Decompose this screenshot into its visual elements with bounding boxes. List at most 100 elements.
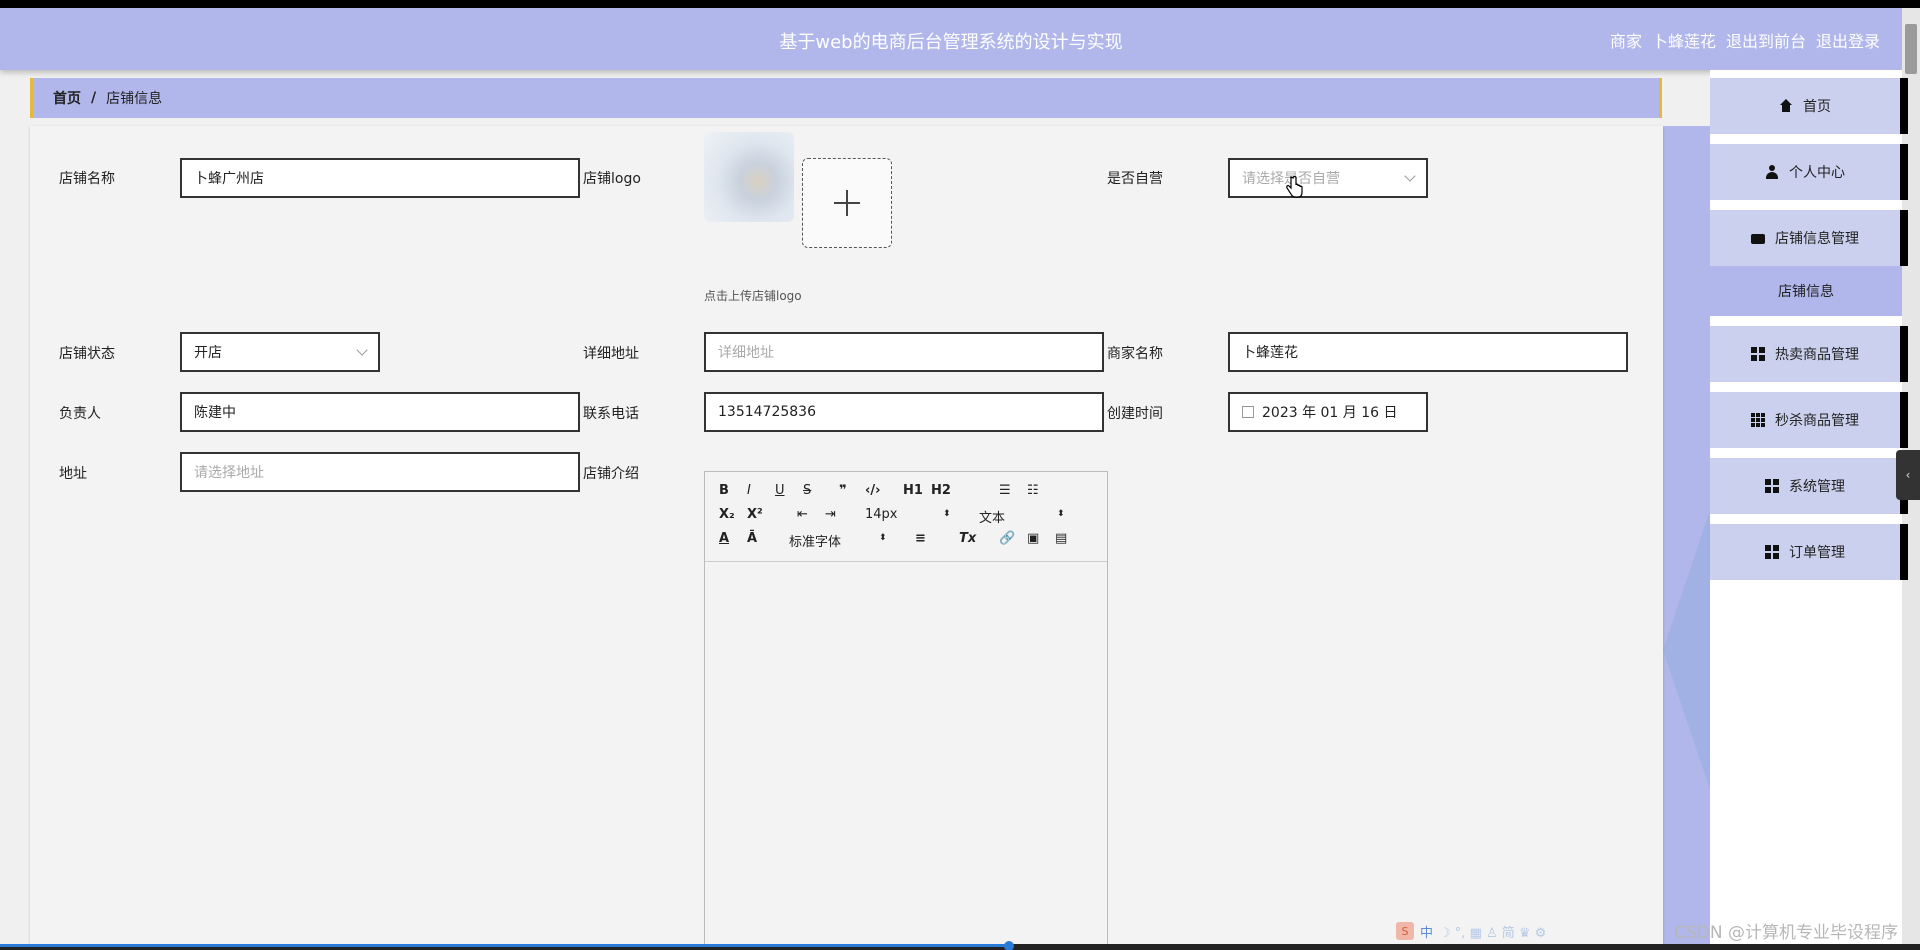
bullet-list-button[interactable]: ☷: [1027, 483, 1039, 498]
video-progress-handle[interactable]: [1004, 941, 1014, 950]
italic-button[interactable]: I: [747, 483, 751, 498]
grid-icon: [1765, 479, 1779, 493]
user-role: 商家: [1609, 32, 1642, 51]
app-header: 基于web的电商后台管理系统的设计与实现 商家 卜蜂莲花 退出到前台 退出登录: [0, 8, 1902, 70]
shop-status-label: 店铺状态: [59, 346, 115, 362]
header-user-area: 商家 卜蜂莲花 退出到前台 退出登录: [1610, 28, 1880, 52]
manager-label: 负责人: [59, 406, 101, 422]
sidebar-item-hot-products[interactable]: 热卖商品管理: [1710, 326, 1908, 382]
sidebar-item-label: 首页: [1803, 99, 1831, 115]
h1-button[interactable]: H1: [903, 483, 923, 498]
breadcrumb: 首页 / 店铺信息: [30, 78, 1662, 118]
indent-button[interactable]: ⇥: [825, 507, 836, 522]
clear-format-button[interactable]: Tx: [959, 531, 976, 546]
watermark: CSDN @计算机专业毕设程序: [1674, 923, 1898, 943]
header-select-arrows-icon: ⬍: [1057, 509, 1065, 519]
sidebar-item-shop-info-management[interactable]: 店铺信息管理: [1710, 210, 1908, 266]
sidebar-item-profile[interactable]: 个人中心: [1710, 144, 1908, 200]
home-icon: [1779, 99, 1793, 113]
quote-button[interactable]: ❞: [839, 483, 847, 498]
font-family-arrows-icon: ⬍: [879, 533, 887, 543]
created-time-label: 创建时间: [1107, 406, 1163, 422]
font-family-select[interactable]: 标准字体: [789, 531, 841, 550]
sidebar-item-flash-sale[interactable]: 秒杀商品管理: [1710, 392, 1908, 448]
grid-icon: [1765, 545, 1779, 559]
shop-status-value: 开店: [194, 345, 222, 361]
breadcrumb-home[interactable]: 首页: [53, 88, 81, 108]
code-button[interactable]: ‹/›: [865, 483, 880, 498]
sidebar-item-home[interactable]: 首页: [1710, 78, 1908, 134]
editor-toolbar: B I U S ❞ ‹/› H1 H2 ☰ ☷ X₂ X² ⇤ ⇥ 14px ⬍…: [705, 472, 1107, 562]
created-time-value: 2023 年 01 月 16 日: [1262, 405, 1398, 421]
subscript-button[interactable]: X₂: [719, 507, 735, 522]
merchant-name-value: 卜蜂莲花: [1242, 345, 1298, 361]
calendar-icon: [1242, 406, 1254, 418]
merchant-name-input[interactable]: 卜蜂莲花: [1228, 332, 1628, 372]
sidebar-item-label: 个人中心: [1789, 165, 1845, 181]
phone-value: 13514725836: [718, 404, 816, 420]
shop-name-value: 卜蜂广州店: [194, 171, 264, 187]
image-button[interactable]: ▣: [1027, 531, 1039, 546]
ime-tool-icons: ☽ °, ▦ ♙ 简 ♛ ⚙: [1439, 925, 1547, 941]
ime-mode: 中: [1420, 925, 1434, 941]
outdent-button[interactable]: ⇤: [797, 507, 808, 522]
detail-address-placeholder: 详细地址: [718, 345, 774, 361]
chevron-down-icon: [356, 344, 368, 356]
sidebar-item-label: 秒杀商品管理: [1775, 413, 1859, 429]
detail-address-input[interactable]: 详细地址: [704, 332, 1104, 372]
font-size-select[interactable]: 14px: [865, 507, 898, 522]
ordered-list-button[interactable]: ☰: [999, 483, 1011, 498]
align-button[interactable]: ≡: [915, 531, 926, 546]
ime-logo-icon: S: [1396, 922, 1414, 940]
superscript-button[interactable]: X²: [747, 507, 763, 522]
upload-logo-button[interactable]: [802, 158, 892, 248]
bold-button[interactable]: B: [719, 483, 729, 498]
address-label: 地址: [59, 466, 87, 482]
hand-cursor-icon: [1286, 176, 1303, 198]
video-progress-fill: [0, 944, 1010, 947]
merchant-name-label: 商家名称: [1107, 346, 1163, 362]
chevron-down-icon: [1404, 170, 1416, 182]
shop-logo-image[interactable]: [704, 132, 794, 222]
top-bar: [0, 0, 1920, 8]
shop-name-input[interactable]: 卜蜂广州店: [180, 158, 580, 198]
created-time-picker[interactable]: 2023 年 01 月 16 日: [1228, 392, 1428, 432]
user-name: 卜蜂莲花: [1651, 32, 1716, 51]
underline-button[interactable]: U: [775, 483, 785, 498]
text-color-button[interactable]: A: [719, 531, 729, 546]
shop-logo-label: 店铺logo: [583, 171, 641, 187]
manager-value: 陈建中: [194, 405, 236, 421]
sidebar-item-label: 系统管理: [1789, 479, 1845, 495]
wallet-icon: [1751, 234, 1765, 244]
background-color-button[interactable]: Ā: [747, 531, 757, 546]
phone-input[interactable]: 13514725836: [704, 392, 1104, 432]
phone-label: 联系电话: [583, 406, 639, 422]
video-button[interactable]: ▤: [1055, 531, 1067, 546]
manager-input[interactable]: 陈建中: [180, 392, 580, 432]
self-operated-label: 是否自营: [1107, 171, 1163, 187]
self-operated-select[interactable]: 请选择是否自营: [1228, 158, 1428, 198]
strike-button[interactable]: S: [803, 483, 811, 498]
sidebar-subitem-shop-info[interactable]: 店铺信息: [1710, 266, 1902, 316]
logout-link[interactable]: 退出登录: [1816, 28, 1880, 52]
breadcrumb-current: 店铺信息: [106, 91, 163, 107]
header-select[interactable]: 文本: [979, 507, 1005, 526]
shop-status-select[interactable]: 开店: [180, 332, 380, 372]
intro-label: 店铺介绍: [583, 466, 639, 482]
address-placeholder: 请选择地址: [194, 465, 264, 481]
h2-button[interactable]: H2: [931, 483, 951, 498]
scrollbar-thumb[interactable]: [1905, 24, 1917, 74]
back-to-front-link[interactable]: 退出到前台: [1726, 28, 1806, 52]
sidebar-item-orders[interactable]: 订单管理: [1710, 524, 1908, 580]
grid9-icon: [1751, 413, 1765, 427]
editor-content-area[interactable]: [705, 562, 1107, 942]
sidebar-item-label: 热卖商品管理: [1775, 347, 1859, 363]
detail-address-label: 详细地址: [583, 346, 639, 362]
link-button[interactable]: 🔗: [999, 531, 1015, 546]
sidebar-item-label: 店铺信息管理: [1775, 231, 1859, 247]
collapse-sidebar-button[interactable]: ‹: [1896, 450, 1920, 500]
address-input[interactable]: 请选择地址: [180, 452, 580, 492]
decorative-shape: [1663, 510, 1710, 790]
sidebar-item-system[interactable]: 系统管理: [1710, 458, 1908, 514]
ime-toolbar: S 中 ☽ °, ▦ ♙ 简 ♛ ⚙: [1396, 920, 1602, 942]
